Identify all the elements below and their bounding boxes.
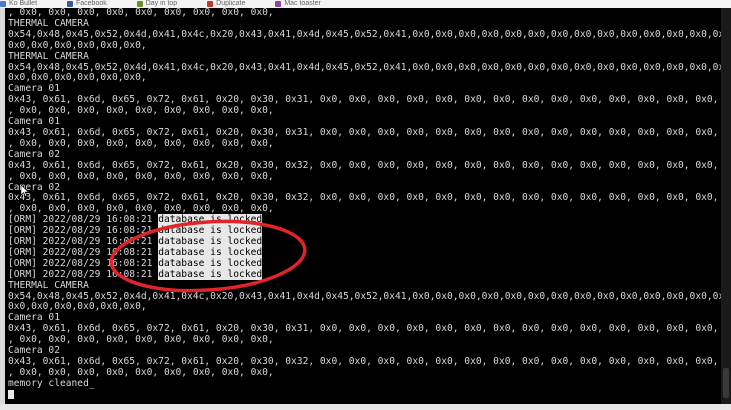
block-cursor — [8, 389, 14, 399]
bookmark-4[interactable]: Duplicate — [207, 0, 245, 8]
terminal-line: , 0x0, 0x0, 0x0, 0x0, 0x0, 0x0, 0x0, 0x0… — [8, 334, 274, 346]
terminal-scrollbar[interactable] — [721, 8, 731, 404]
terminal-line: , 0x0, 0x0, 0x0, 0x0, 0x0, 0x0, 0x0, 0x0… — [8, 366, 274, 378]
selected-text: database is locked — [158, 225, 263, 237]
window-bottom-edge — [0, 404, 731, 410]
selected-text: database is locked — [158, 257, 263, 269]
terminal-line: 0x43, 0x61, 0x6d, 0x65, 0x72, 0x61, 0x20… — [8, 159, 721, 171]
selected-text: database is locked — [158, 268, 263, 280]
bookmark-icon — [0, 1, 6, 7]
terminal-output: , 0x0, 0x0, 0x0, 0x0, 0x0, 0x0, 0x0, 0x0… — [8, 8, 721, 402]
bookmark-icon — [207, 1, 214, 7]
terminal-line: , 0x0, 0x0, 0x0, 0x0, 0x0, 0x0, 0x0, 0x0… — [8, 8, 274, 18]
terminal-line: 0x0,0x0,0x0,0x0,0x0,0x0, — [8, 72, 147, 84]
terminal-line: THERMAL CAMERA — [8, 50, 89, 62]
facebook-icon — [66, 1, 73, 7]
terminal-window[interactable]: , 0x0, 0x0, 0x0, 0x0, 0x0, 0x0, 0x0, 0x0… — [5, 8, 721, 404]
terminal-line: , 0x0, 0x0, 0x0, 0x0, 0x0, 0x0, 0x0, 0x0… — [8, 137, 274, 149]
prompt-cursor: _ — [88, 377, 95, 389]
bookmark-5[interactable]: Mac toaster — [275, 0, 321, 8]
bookmark-2[interactable]: Facebook — [66, 0, 107, 8]
terminal-line: memory cleaned_ — [8, 377, 95, 389]
bookmark-1[interactable]: Ko Bullet — [0, 0, 37, 8]
bookmark-icon — [136, 1, 143, 7]
selected-text: database is locked — [158, 236, 263, 248]
terminal-line: THERMAL CAMERA — [8, 279, 89, 291]
bookmark-icon — [275, 1, 282, 7]
terminal-input-line[interactable] — [8, 389, 721, 402]
selected-text: database is locked — [158, 246, 263, 258]
terminal-line: 0x0,0x0,0x0,0x0,0x0,0x0, — [8, 39, 147, 51]
scrollbar-thumb[interactable] — [723, 368, 729, 398]
terminal-line: , 0x0, 0x0, 0x0, 0x0, 0x0, 0x0, 0x0, 0x0… — [8, 170, 274, 182]
log-line-db-locked: [ORM] 2022/08/29 16:08:21 database is lo… — [8, 268, 263, 280]
bookmark-3[interactable]: Day in top — [136, 0, 177, 8]
terminal-line: , 0x0, 0x0, 0x0, 0x0, 0x0, 0x0, 0x0, 0x0… — [8, 105, 274, 117]
mouse-pointer-icon — [21, 185, 29, 197]
bookmarks-bar: Ko Bullet Facebook Day in top Duplicate … — [0, 0, 731, 8]
selected-text: database is locked — [158, 214, 263, 226]
terminal-line: 0x0,0x0,0x0,0x0,0x0,0x0, — [8, 301, 147, 313]
